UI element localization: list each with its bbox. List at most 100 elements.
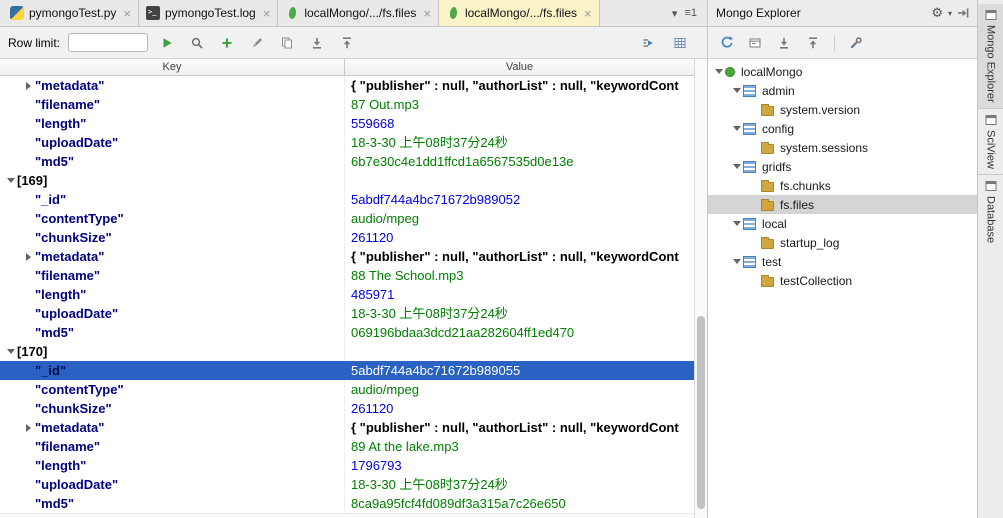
refresh-button[interactable]: [715, 32, 737, 54]
expand-all-button[interactable]: [773, 32, 795, 54]
gear-caret-icon[interactable]: ▾: [948, 9, 952, 18]
table-row[interactable]: "filename" 87 Out.mp3: [0, 95, 694, 114]
expand-arrow-icon[interactable]: [22, 76, 35, 95]
tree-expand-icon[interactable]: [730, 252, 743, 271]
tree-expand-icon[interactable]: [712, 62, 725, 81]
expand-arrow-icon[interactable]: [22, 418, 35, 437]
view-query-button[interactable]: [186, 32, 208, 54]
tree-expand-icon[interactable]: [730, 157, 743, 176]
table-row[interactable]: "metadata" { "publisher" : null, "author…: [0, 76, 694, 95]
expand-arrow-icon[interactable]: [4, 342, 17, 361]
table-row[interactable]: "uploadDate" 18-3-30 上午08时37分24秒: [0, 475, 694, 494]
tree-item[interactable]: localMongo: [708, 62, 977, 81]
view-as-table-button[interactable]: [669, 32, 691, 54]
settings-wrench-button[interactable]: [845, 32, 867, 54]
row-limit-input[interactable]: [68, 33, 149, 52]
expand-arrow-icon[interactable]: [22, 133, 35, 152]
hide-panel-icon[interactable]: [957, 7, 969, 19]
tree-item[interactable]: system.sessions: [708, 138, 977, 157]
tree-item[interactable]: system.version: [708, 100, 977, 119]
tool-window-button[interactable]: Mongo Explorer: [978, 4, 1003, 108]
add-document-button[interactable]: [216, 32, 238, 54]
tree-item[interactable]: fs.chunks: [708, 176, 977, 195]
expand-arrow-icon[interactable]: [4, 171, 17, 190]
tree-expand-icon[interactable]: [730, 81, 743, 100]
editor-tab[interactable]: pymongoTest.log ×: [139, 0, 279, 26]
table-row[interactable]: "md5" 6b7e30c4e1dd1ffcd1a6567535d0e13e: [0, 152, 694, 171]
table-row[interactable]: [169]: [0, 171, 694, 190]
expand-arrow-icon[interactable]: [22, 114, 35, 133]
expand-arrow-icon[interactable]: [22, 304, 35, 323]
tree-item[interactable]: fs.files: [708, 195, 977, 214]
tree-item[interactable]: test: [708, 252, 977, 271]
expand-arrow-icon[interactable]: [22, 475, 35, 494]
table-row[interactable]: "_id" 5abdf744a4bc71672b989055: [0, 361, 694, 380]
collapse-all-button[interactable]: [336, 32, 358, 54]
tree-item[interactable]: testCollection: [708, 271, 977, 290]
edit-document-button[interactable]: [246, 32, 268, 54]
expand-arrow-icon[interactable]: [22, 247, 35, 266]
tree-expand-icon[interactable]: [748, 195, 761, 214]
expand-arrow-icon[interactable]: [22, 380, 35, 399]
expand-arrow-icon[interactable]: [22, 285, 35, 304]
table-row[interactable]: "chunkSize" 261120: [0, 399, 694, 418]
table-row[interactable]: "filename" 88 The School.mp3: [0, 266, 694, 285]
table-row[interactable]: "contentType" audio/mpeg: [0, 209, 694, 228]
expand-arrow-icon[interactable]: [22, 228, 35, 247]
table-row[interactable]: "chunkSize" 261120: [0, 228, 694, 247]
horizontal-scrollbar[interactable]: [0, 513, 694, 518]
collapse-all-button[interactable]: [802, 32, 824, 54]
table-row[interactable]: "filename" 89 At the lake.mp3: [0, 437, 694, 456]
tree-item[interactable]: config: [708, 119, 977, 138]
tree-item[interactable]: local: [708, 214, 977, 233]
table-row[interactable]: "uploadDate" 18-3-30 上午08时37分24秒: [0, 304, 694, 323]
table-row[interactable]: "contentType" audio/mpeg: [0, 380, 694, 399]
expand-arrow-icon[interactable]: [22, 95, 35, 114]
table-row[interactable]: "length" 559668: [0, 114, 694, 133]
table-row[interactable]: "_id" 5abdf744a4bc71672b989052: [0, 190, 694, 209]
open-console-button[interactable]: [744, 32, 766, 54]
table-row[interactable]: "md5" 069196bdaa3dcd21aa282604ff1ed470: [0, 323, 694, 342]
expand-arrow-icon[interactable]: [22, 323, 35, 342]
tab-list-icon[interactable]: ≡1: [684, 7, 697, 19]
table-row[interactable]: "length" 1796793: [0, 456, 694, 475]
tree-item[interactable]: startup_log: [708, 233, 977, 252]
table-row[interactable]: "metadata" { "publisher" : null, "author…: [0, 247, 694, 266]
tab-close-icon[interactable]: ×: [123, 7, 131, 20]
tree-expand-icon[interactable]: [730, 119, 743, 138]
tree-item[interactable]: admin: [708, 81, 977, 100]
tool-window-button[interactable]: Database: [978, 173, 1003, 248]
tool-window-button[interactable]: SciView: [978, 107, 1003, 174]
tree-item[interactable]: gridfs: [708, 157, 977, 176]
editor-tab[interactable]: localMongo/.../fs.files ×: [278, 0, 439, 26]
tab-close-icon[interactable]: ×: [263, 7, 271, 20]
editor-tab[interactable]: pymongoTest.py ×: [3, 0, 139, 26]
gear-icon[interactable]: ⚙: [931, 7, 943, 20]
copy-document-button[interactable]: [276, 32, 298, 54]
tree-expand-icon[interactable]: [748, 138, 761, 157]
table-row[interactable]: [170]: [0, 342, 694, 361]
run-query-button[interactable]: [156, 32, 178, 54]
expand-arrow-icon[interactable]: [22, 361, 35, 380]
expand-arrow-icon[interactable]: [22, 456, 35, 475]
tab-close-icon[interactable]: ×: [584, 7, 592, 20]
expand-arrow-icon[interactable]: [22, 266, 35, 285]
expand-arrow-icon[interactable]: [22, 494, 35, 513]
expand-arrow-icon[interactable]: [22, 209, 35, 228]
expand-arrow-icon[interactable]: [22, 152, 35, 171]
tree-expand-icon[interactable]: [730, 214, 743, 233]
editor-tab[interactable]: localMongo/.../fs.files ×: [438, 0, 600, 26]
tree-expand-icon[interactable]: [748, 233, 761, 252]
expand-all-button[interactable]: [306, 32, 328, 54]
tab-overflow-caret-icon[interactable]: ▾: [672, 7, 678, 20]
expand-arrow-icon[interactable]: [22, 190, 35, 209]
scrollbar-thumb[interactable]: [697, 316, 705, 509]
expand-arrow-icon[interactable]: [22, 437, 35, 456]
table-row[interactable]: "uploadDate" 18-3-30 上午08时37分24秒: [0, 133, 694, 152]
table-row[interactable]: "metadata" { "publisher" : null, "author…: [0, 418, 694, 437]
table-row[interactable]: "length" 485971: [0, 285, 694, 304]
view-as-tree-button[interactable]: [637, 32, 659, 54]
table-row[interactable]: "md5" 8ca9a95fcf4fd089df3a315a7c26e650: [0, 494, 694, 513]
tree-expand-icon[interactable]: [748, 271, 761, 290]
tab-close-icon[interactable]: ×: [423, 7, 431, 20]
